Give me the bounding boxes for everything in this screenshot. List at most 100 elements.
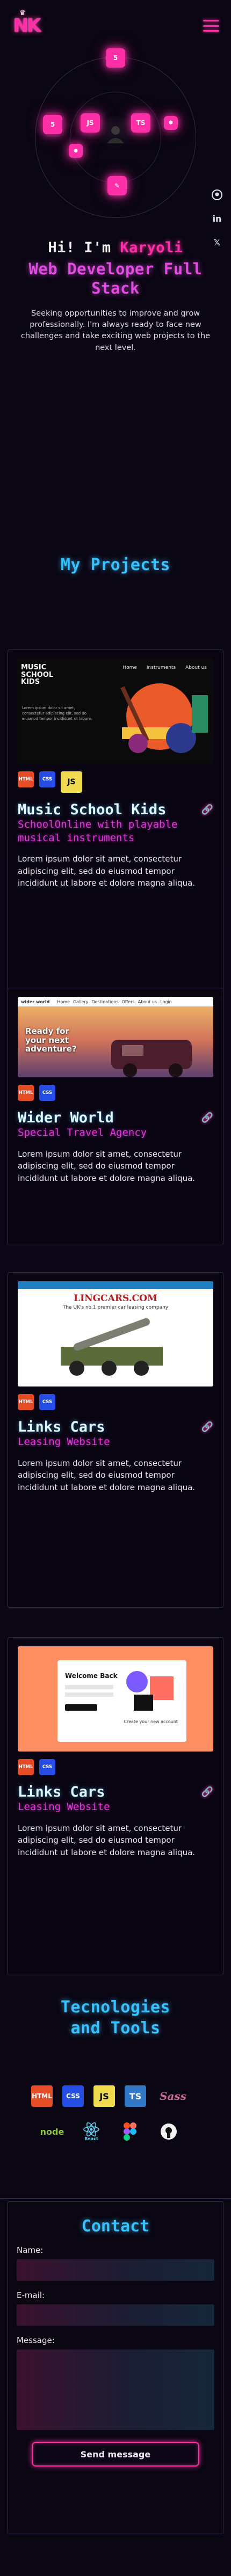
tech-badges: HTML CSS xyxy=(18,1394,213,1410)
thumb-text: Lorem ipsum dolor sit amet, consectetur … xyxy=(22,706,92,721)
x-icon[interactable]: 𝕏 xyxy=(211,236,223,249)
send-message-button[interactable]: Send message xyxy=(32,2442,199,2466)
menu-bar-icon xyxy=(203,20,219,21)
html-icon: 5 xyxy=(43,115,62,134)
project-thumbnail[interactable]: wider world Home Gallery Destinations Of… xyxy=(18,997,213,1077)
message-label: Message: xyxy=(17,2336,55,2345)
logo-text: NK xyxy=(13,15,41,37)
profile-icon xyxy=(107,126,124,143)
project-title: Music School Kids xyxy=(18,801,167,818)
thumb-headline: Ready for your next adventure? xyxy=(25,1026,77,1054)
tech-badges: HTML CSS xyxy=(18,1759,213,1775)
figma-icon: ✎ xyxy=(107,176,127,195)
thumb-brand: LINGCARS.COM xyxy=(74,1293,157,1304)
js-icon: JS xyxy=(61,771,82,793)
link-icon[interactable]: 🔗 xyxy=(201,1786,213,1798)
thumb-topbar xyxy=(18,1281,213,1289)
thumb-brand: Welcome Back xyxy=(65,1672,118,1680)
email-label: E-mail: xyxy=(17,2290,45,2300)
project-description: Lorem ipsum dolor sit amet, consectetur … xyxy=(18,1458,196,1492)
shapes-illustration-icon xyxy=(126,1671,180,1714)
tech-badges: HTML CSS xyxy=(18,1085,213,1101)
greeting-prefix: Hi! I'm xyxy=(48,239,120,256)
js-icon: JS xyxy=(81,113,100,133)
project-title-row: Links Cars 🔗 xyxy=(18,1419,213,1435)
project-card: LINGCARS.COM The UK's no.1 premier car l… xyxy=(8,1272,223,1608)
project-title: Links Cars xyxy=(18,1784,105,1800)
react-icon: React xyxy=(81,2121,102,2142)
link-icon[interactable]: 🔗 xyxy=(201,1112,213,1123)
crown-icon: ♛ xyxy=(19,9,26,17)
page: ♛ NK 5 5 JS TS ⬢ ● ✎ in 𝕏 Hi! I'm Karyol… xyxy=(0,0,231,2576)
tech-badges: HTML CSS JS xyxy=(18,771,213,793)
js-icon: JS xyxy=(93,2085,115,2107)
dot-icon: ● xyxy=(69,144,83,158)
contact-frame: Contact Name: E-mail: Message: Send mess… xyxy=(8,2201,223,2534)
greeting: Hi! I'm Karyoli xyxy=(13,239,218,256)
project-card: wider world Home Gallery Destinations Of… xyxy=(8,988,223,1245)
css-icon: CSS xyxy=(39,771,55,787)
node-icon: node xyxy=(40,2126,64,2137)
menu-button[interactable] xyxy=(203,20,219,32)
thumb-nav: wider world Home Gallery Destinations Of… xyxy=(18,997,213,1006)
css-icon: CSS xyxy=(39,1759,55,1775)
css-icon: CSS xyxy=(62,2085,84,2107)
project-thumbnail[interactable]: MUSIC SCHOOL KIDS Home Instruments About u… xyxy=(18,659,213,764)
css-icon: CSS xyxy=(39,1394,55,1410)
project-subtitle: Leasing Website xyxy=(18,1801,110,1813)
html-icon: HTML xyxy=(31,2085,53,2107)
linkedin-icon[interactable]: in xyxy=(211,212,223,225)
thumb-brand: MUSIC SCHOOL KIDS xyxy=(21,663,54,687)
bio: Seeking opportunities to improve and gro… xyxy=(20,309,211,352)
html-icon: HTML xyxy=(18,1085,34,1101)
message-field[interactable] xyxy=(17,2349,214,2430)
thumb-window: Welcome Back Create your new account xyxy=(57,1660,186,1742)
music-illustration-icon xyxy=(120,683,208,753)
project-title-row: Links Cars 🔗 xyxy=(18,1784,213,1800)
avatar xyxy=(98,116,133,151)
github-icon xyxy=(158,2121,179,2142)
thumb-nav: Home Instruments About us xyxy=(122,665,207,670)
van-illustration-icon xyxy=(111,1040,192,1077)
tools-grid: HTML CSS JS TS Sass node React xyxy=(0,2085,231,2171)
project-description: Lorem ipsum dolor sit amet, consectetur … xyxy=(18,854,196,888)
project-subtitle: Special Travel Agency xyxy=(18,1127,147,1139)
truck-illustration-icon xyxy=(61,1318,163,1376)
html-icon: HTML xyxy=(18,1394,34,1410)
name-label: Name: xyxy=(17,2245,44,2255)
role-title: Web Developer Full Stack xyxy=(28,260,203,298)
project-subtitle: SchoolOnline with playable musical instr… xyxy=(18,819,178,844)
contact-section: Contact Name: E-mail: Message: Send mess… xyxy=(0,2198,231,2576)
project-card: Welcome Back Create your new account HTM… xyxy=(8,1637,223,1975)
header: ♛ NK xyxy=(0,0,231,52)
html-icon: 5 xyxy=(106,48,125,68)
logo[interactable]: ♛ NK xyxy=(12,9,41,40)
project-thumbnail[interactable]: LINGCARS.COM The UK's no.1 premier car l… xyxy=(18,1281,213,1386)
github-icon[interactable] xyxy=(211,188,223,201)
thumb-tagline: The UK's no.1 premier car leasing compan… xyxy=(62,1305,169,1310)
project-title: Wider World xyxy=(18,1110,114,1126)
css-icon: CSS xyxy=(39,1085,55,1101)
html-icon: HTML xyxy=(18,1759,34,1775)
html-icon: HTML xyxy=(18,771,34,787)
social-links: in 𝕏 xyxy=(211,188,223,249)
project-description: Lorem ipsum dolor sit amet, consectetur … xyxy=(18,1149,196,1183)
email-field[interactable] xyxy=(17,2304,214,2326)
name-field[interactable] xyxy=(17,2259,214,2281)
menu-bar-icon xyxy=(203,30,219,32)
project-title-row: Music School Kids 🔗 xyxy=(18,801,213,818)
link-icon[interactable]: 🔗 xyxy=(201,804,213,815)
project-title-row: Wider World 🔗 xyxy=(18,1110,213,1126)
project-thumbnail[interactable]: Welcome Back Create your new account xyxy=(18,1646,213,1752)
link-icon[interactable]: 🔗 xyxy=(201,1421,213,1433)
figma-icon xyxy=(119,2121,141,2142)
project-card: MUSIC SCHOOL KIDS Home Instruments About u… xyxy=(8,650,223,999)
ts-icon: TS xyxy=(131,113,150,133)
name: Karyoli xyxy=(120,239,183,256)
tech-orbit: 5 5 JS TS ⬢ ● ✎ in 𝕏 xyxy=(0,48,231,247)
sass-icon: Sass xyxy=(160,2090,186,2103)
thumb-caption: Create your new account xyxy=(124,1719,178,1724)
intro: Hi! I'm Karyoli Web Developer Full Stack… xyxy=(0,239,231,354)
db-icon: ⬢ xyxy=(164,116,178,130)
projects-title: My Projects xyxy=(60,556,171,574)
